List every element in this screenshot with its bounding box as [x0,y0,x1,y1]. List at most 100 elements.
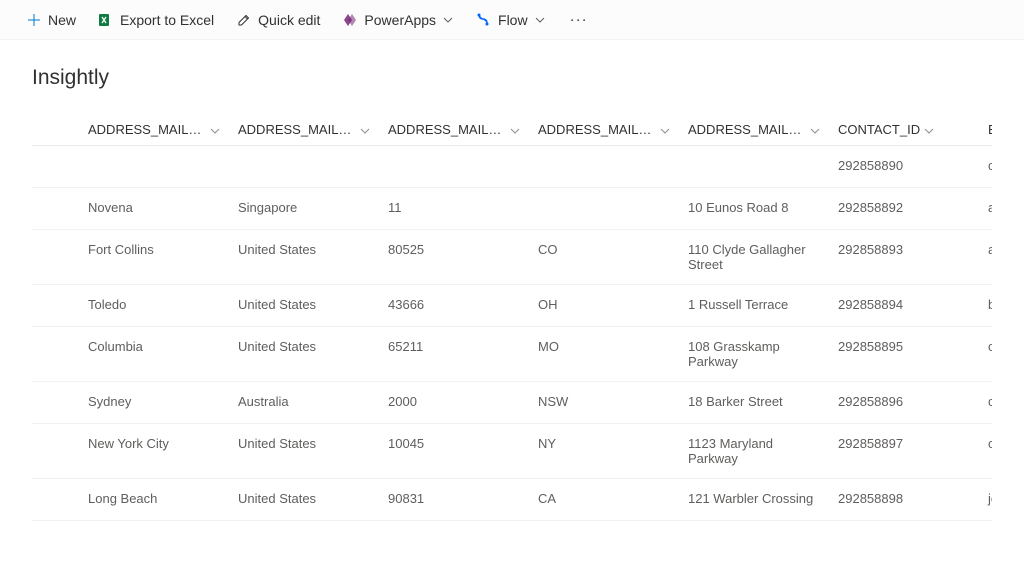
table-cell: chrisoch com [980,394,992,411]
table-cell: 292858897 [830,436,980,466]
table-cell: 108 Grasskamp Parkway [680,339,830,369]
table-cell: Singapore [230,200,380,217]
table-cell: Long Beach [80,491,230,508]
more-actions-button[interactable]: ··· [560,7,598,32]
page-title: Insightly [32,66,992,90]
row-selector[interactable] [32,200,80,217]
table-cell: NY [530,436,680,466]
row-selector[interactable] [32,242,80,272]
powerapps-label: PowerApps [364,12,436,28]
table-cell [530,158,680,175]
ellipsis-icon: ··· [570,11,588,28]
table-cell: 292858892 [830,200,980,217]
table-cell: 10045 [380,436,530,466]
column-header[interactable]: CONTACT_ID [830,122,980,137]
table-cell: United States [230,242,380,272]
chevron-down-icon [360,124,372,136]
excel-icon [98,12,114,28]
column-header-label: EMAIL_ [988,122,992,137]
export-excel-button[interactable]: Export to Excel [90,8,222,32]
row-selector[interactable] [32,436,80,466]
chevron-down-icon [510,124,522,136]
table-cell: Columbia [80,339,230,369]
list-body: 292858890csantos NovenaSingapore11 10 Euno… [32,146,992,521]
table-cell: 11 [380,200,530,217]
table-cell [530,200,680,217]
column-header-label: ADDRESS_MAIL_ST… [688,122,806,137]
table-cell: aaron.la m [980,200,992,217]
chevron-down-icon [534,14,546,26]
column-header[interactable]: ADDRESS_MAIL_PO… [380,122,530,137]
column-header[interactable]: ADDRESS_MAIL_ST… [530,122,680,137]
flow-label: Flow [498,12,528,28]
column-header[interactable]: EMAIL_ [980,122,992,137]
column-header-label: ADDRESS_MAIL_CITY [88,122,206,137]
column-header[interactable]: ADDRESS_MAIL_ST… [680,122,830,137]
row-selector[interactable] [32,394,80,411]
column-header-label: CONTACT_ID [838,122,920,137]
table-row[interactable]: 292858890csantos [32,146,992,188]
table-cell: carlossr om [980,339,992,369]
table-cell: 1123 Maryland Parkway [680,436,830,466]
command-bar: New Export to Excel Quick edit PowerApps… [0,0,1024,40]
table-cell: Novena [80,200,230,217]
table-cell: 43666 [380,297,530,314]
page-content: Insightly ADDRESS_MAIL_CITYADDRESS_MAIL_… [0,40,1024,521]
new-button[interactable]: New [18,8,84,32]
table-cell: blane@ [980,297,992,314]
row-selector[interactable] [32,158,80,175]
table-row[interactable]: NovenaSingapore11 10 Eunos Road 829285889… [32,188,992,230]
table-cell: Australia [230,394,380,411]
table-cell: 292858894 [830,297,980,314]
table-cell: 292858898 [830,491,980,508]
table-cell: 292858893 [830,242,980,272]
table-cell: CO [530,242,680,272]
list-header-row: ADDRESS_MAIL_CITY ADDRESS_MAIL_CO… ADDRESS… [32,114,992,146]
powerapps-button[interactable]: PowerApps [334,8,462,32]
table-cell [80,158,230,175]
table-cell [230,158,380,175]
quick-edit-label: Quick edit [258,12,320,28]
table-cell: 1 Russell Terrace [680,297,830,314]
row-selector[interactable] [32,491,80,508]
table-cell: csantos [980,158,992,175]
flow-icon [476,12,492,28]
table-cell: Sydney [80,394,230,411]
column-header[interactable]: ADDRESS_MAIL_CO… [230,122,380,137]
chevron-down-icon [924,124,936,136]
flow-button[interactable]: Flow [468,8,554,32]
column-header[interactable]: ADDRESS_MAIL_CITY [80,122,230,137]
table-cell: callen@ [980,436,992,466]
table-cell: 121 Warbler Crossing [680,491,830,508]
column-header-label: ADDRESS_MAIL_CO… [238,122,356,137]
row-selector[interactable] [32,297,80,314]
table-cell: albertle [980,242,992,272]
table-cell: Toledo [80,297,230,314]
table-cell: Fort Collins [80,242,230,272]
table-cell: New York City [80,436,230,466]
table-row[interactable]: New York CityUnited States10045NY1123 Ma… [32,424,992,479]
table-row[interactable]: ColumbiaUnited States65211MO108 Grasskam… [32,327,992,382]
table-cell: 292858895 [830,339,980,369]
table-row[interactable]: SydneyAustralia2000NSW18 Barker Street29… [32,382,992,424]
table-cell [380,158,530,175]
table-row[interactable]: Long BeachUnited States90831CA121 Warble… [32,479,992,521]
table-cell: 292858890 [830,158,980,175]
list-view: ADDRESS_MAIL_CITY ADDRESS_MAIL_CO… ADDRESS… [32,114,992,521]
table-row[interactable]: Fort CollinsUnited States80525CO110 Clyd… [32,230,992,285]
table-cell: United States [230,436,380,466]
table-cell: jcastillo m [980,491,992,508]
table-cell: 10 Eunos Road 8 [680,200,830,217]
table-row[interactable]: ToledoUnited States43666OH1 Russell Terr… [32,285,992,327]
table-cell: NSW [530,394,680,411]
table-cell: CA [530,491,680,508]
table-cell: 18 Barker Street [680,394,830,411]
plus-icon [26,12,42,28]
quick-edit-button[interactable]: Quick edit [228,8,328,32]
new-label: New [48,12,76,28]
table-cell: 90831 [380,491,530,508]
chevron-down-icon [810,124,822,136]
row-selector[interactable] [32,339,80,369]
table-cell [680,158,830,175]
table-cell: 2000 [380,394,530,411]
